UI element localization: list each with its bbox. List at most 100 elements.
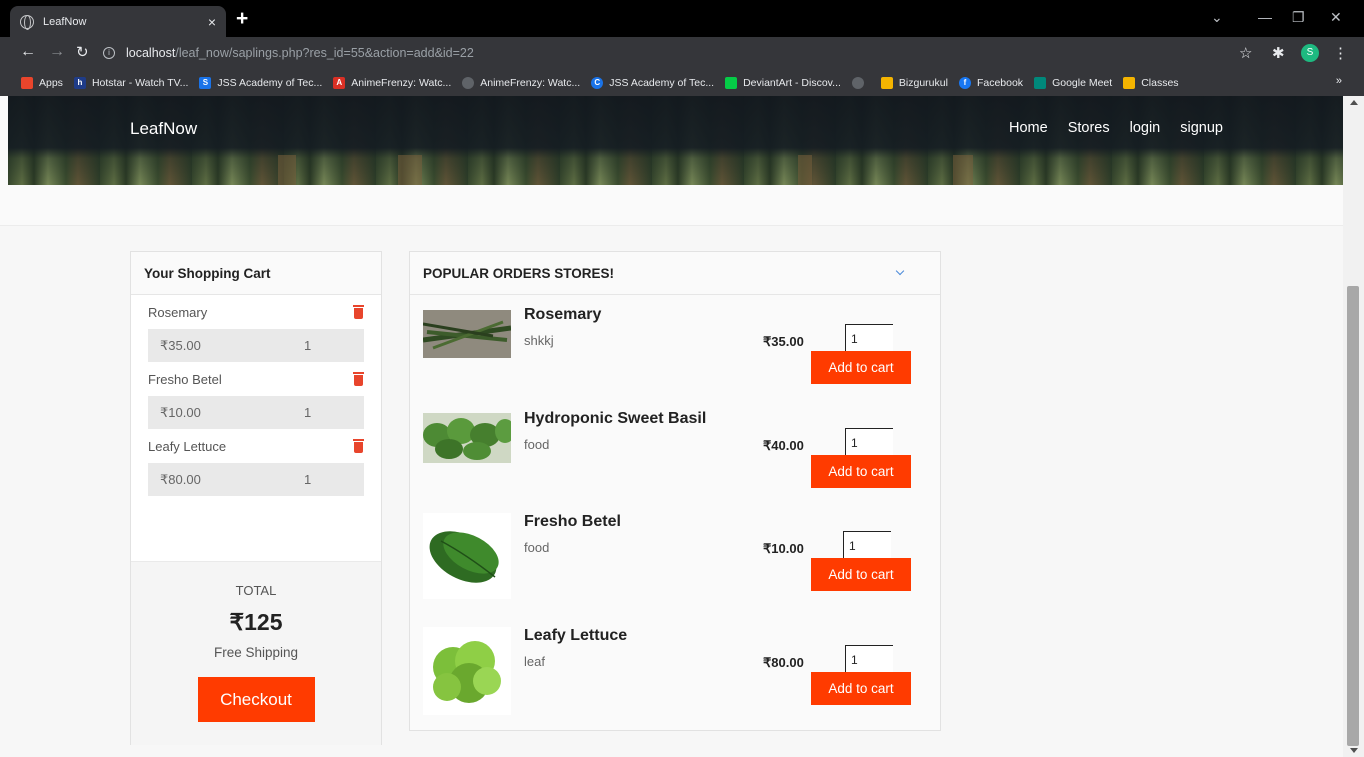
quantity-input[interactable] [845,324,893,352]
cart-item-row: ₹80.00 1 [148,463,364,496]
browser-tab[interactable]: LeafNow × [10,6,226,37]
cart-item-price: ₹80.00 [160,471,201,487]
bookmark-google-meet[interactable]: Google Meet [1034,76,1113,89]
deviantart-icon [725,76,738,89]
cart-item-row: ₹10.00 1 [148,396,364,429]
lettuce-image [423,627,511,715]
restore-icon[interactable]: ❐ [1292,9,1305,26]
product-card: Fresho Betel food ₹10.00 Add to cart [423,513,928,603]
bookmark-hotstar[interactable]: h Hotstar - Watch TV... [73,76,189,89]
bookmarks-bar: Apps h Hotstar - Watch TV... S JSS Acade… [0,69,1364,96]
profile-avatar[interactable]: S [1301,44,1319,62]
shopping-cart-panel: Your Shopping Cart Rosemary ₹35.00 1 Fre… [130,251,382,745]
browser-tab-bar: LeafNow × + ⌄ — ❐ ✕ [0,0,1364,37]
cart-item-qty: 1 [304,338,312,353]
apps-grid-icon [21,76,33,89]
cart-title: Your Shopping Cart [131,252,381,295]
trash-icon[interactable] [353,305,364,319]
nav-stores[interactable]: Stores [1068,120,1110,136]
site-brand[interactable]: LeafNow [130,119,197,139]
globe-icon [20,14,34,30]
google-meet-icon [1034,76,1047,89]
reload-icon[interactable]: ↻ [76,43,89,61]
bookmark-animefrenzy[interactable]: A AnimeFrenzy: Watc... [333,76,451,89]
cart-item-qty: 1 [304,405,312,420]
product-price: ₹35.00 [763,334,804,349]
total-label: TOTAL [235,583,277,598]
add-to-cart-button[interactable]: Add to cart [811,672,911,705]
chevron-down-icon[interactable] [895,266,905,276]
nav-login[interactable]: login [1130,120,1161,136]
bookmark-label: Hotstar - Watch TV... [91,76,189,89]
tree-trunk-decoration [953,155,973,185]
bookmark-animefrenzy-2[interactable]: AnimeFrenzy: Watc... [462,76,581,89]
cart-item-row: ₹35.00 1 [148,329,364,362]
quantity-input[interactable] [845,645,893,673]
bookmark-jss-academy[interactable]: S JSS Academy of Tec... [199,76,322,89]
minimize-icon[interactable]: — [1258,9,1272,25]
cart-item-price: ₹10.00 [160,404,201,420]
classroom-icon [1123,76,1136,89]
cart-item: Fresho Betel ₹10.00 1 [131,362,381,429]
hero-banner: LeafNow Home Stores login signup [8,96,1343,185]
rosemary-image [423,310,511,358]
bookmark-globe[interactable] [851,76,870,89]
animefrenzy-icon: A [333,76,346,89]
quantity-input[interactable] [845,428,893,456]
more-bookmarks-icon[interactable]: » [1336,75,1342,87]
bookmark-deviantart[interactable]: DeviantArt - Discov... [725,76,841,89]
bookmark-classes[interactable]: Classes [1123,76,1179,89]
tab-search-icon[interactable]: ⌄ [1211,9,1223,26]
bookmark-jss-academy-2[interactable]: C JSS Academy of Tec... [591,76,715,89]
add-to-cart-button[interactable]: Add to cart [811,558,911,591]
jss-c-icon: C [591,76,604,89]
nav-home[interactable]: Home [1009,120,1048,136]
menu-icon[interactable]: ⋮ [1333,44,1348,62]
close-window-icon[interactable]: ✕ [1330,9,1342,26]
popular-orders-panel: POPULAR ORDERS STORES! Rosemary shkkj ₹3… [409,251,941,731]
tree-trunk-decoration [798,155,812,185]
scrollbar-thumb[interactable] [1347,286,1359,746]
facebook-icon: f [958,76,971,89]
add-to-cart-button[interactable]: Add to cart [811,455,911,488]
address-bar: ← → ↻ i localhost /leaf_now/saplings.php… [0,37,1364,69]
new-tab-button[interactable]: + [236,7,248,31]
bookmark-apps[interactable]: Apps [21,76,63,89]
bookmark-label: Facebook [976,76,1024,89]
product-card: Hydroponic Sweet Basil food ₹40.00 Add t… [423,410,928,500]
bookmark-label: DeviantArt - Discov... [743,76,841,89]
basil-image [423,413,511,463]
cart-item: Rosemary ₹35.00 1 [131,295,381,362]
checkout-button[interactable]: Checkout [197,677,315,722]
trash-icon[interactable] [353,439,364,453]
jss-icon: S [199,76,212,89]
cart-item-name: Leafy Lettuce [148,439,227,454]
bookmark-star-icon[interactable]: ☆ [1239,44,1252,62]
product-name: Leafy Lettuce [524,627,628,644]
trash-icon[interactable] [353,372,364,386]
total-value: ₹125 [229,609,283,635]
back-icon[interactable]: ← [20,43,36,61]
cart-item-name: Rosemary [148,305,208,320]
bookmark-label: JSS Academy of Tec... [609,76,715,89]
info-icon[interactable]: i [103,47,115,59]
scroll-up-icon[interactable] [1350,100,1358,105]
product-price: ₹40.00 [763,438,804,453]
bookmark-bizgurukul[interactable]: Bizgurukul [880,76,948,89]
bookmark-label: Google Meet [1052,76,1113,89]
bookmark-facebook[interactable]: f Facebook [958,76,1024,89]
tab-title: LeafNow [43,15,87,28]
product-name: Rosemary [524,306,602,323]
forward-icon[interactable]: → [49,43,65,61]
close-tab-icon[interactable]: × [208,14,216,30]
page-scrollbar[interactable] [1343,96,1364,757]
popular-orders-header[interactable]: POPULAR ORDERS STORES! [410,252,940,295]
bookmark-label: AnimeFrenzy: Watc... [480,76,581,89]
add-to-cart-button[interactable]: Add to cart [811,351,911,384]
url-field[interactable]: i localhost /leaf_now/saplings.php?res_i… [103,43,474,63]
scroll-down-icon[interactable] [1350,748,1358,753]
extensions-icon[interactable]: ✱ [1272,44,1285,62]
quantity-input[interactable] [843,531,891,559]
nav-signup[interactable]: signup [1180,120,1223,136]
bizgurukul-icon [880,76,893,89]
